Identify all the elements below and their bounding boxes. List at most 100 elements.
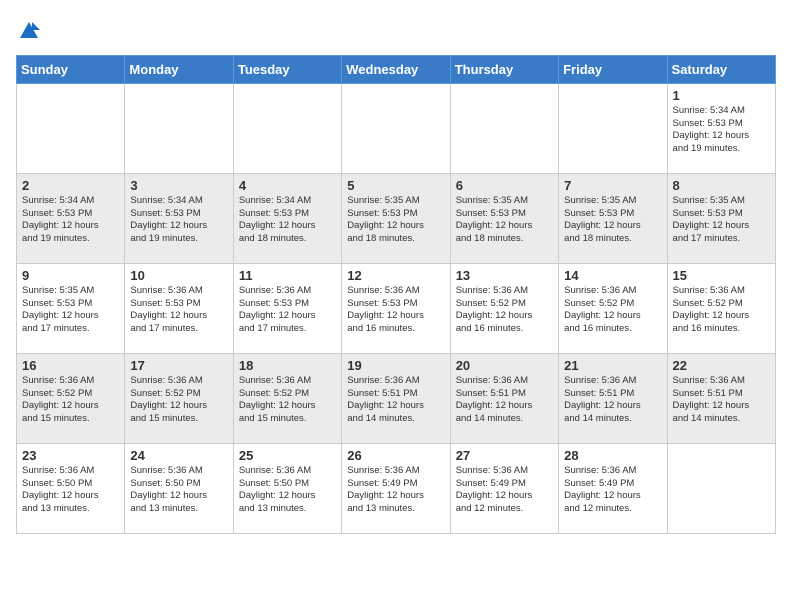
calendar-cell [559, 83, 667, 173]
day-number: 17 [130, 358, 227, 373]
day-number: 13 [456, 268, 553, 283]
day-info: Sunrise: 5:36 AM Sunset: 5:51 PM Dayligh… [456, 375, 553, 426]
day-number: 27 [456, 448, 553, 463]
calendar-cell: 4 Sunrise: 5:34 AM Sunset: 5:53 PM Daylig… [233, 173, 341, 263]
calendar-week-row: 2 Sunrise: 5:34 AM Sunset: 5:53 PM Daylig… [17, 173, 776, 263]
page-header [16, 16, 776, 47]
calendar-cell: 19 Sunrise: 5:36 AM Sunset: 5:51 PM Dayli… [342, 353, 450, 443]
calendar-cell: 20 Sunrise: 5:36 AM Sunset: 5:51 PM Dayli… [450, 353, 558, 443]
logo [16, 20, 40, 47]
calendar-cell: 16Sunrise: 5:36 AM Sunset: 5:52 PM Dayli… [17, 353, 125, 443]
calendar-cell [233, 83, 341, 173]
calendar-cell: 9 Sunrise: 5:35 AM Sunset: 5:53 PM Daylig… [17, 263, 125, 353]
day-info: Sunrise: 5:36 AM Sunset: 5:52 PM Dayligh… [22, 375, 119, 426]
weekday-header: Saturday [667, 55, 775, 83]
calendar-cell [17, 83, 125, 173]
day-info: Sunrise: 5:36 AM Sunset: 5:52 PM Dayligh… [456, 285, 553, 336]
day-number: 5 [347, 178, 444, 193]
calendar-week-row: 23 Sunrise: 5:36 AM Sunset: 5:50 PM Dayli… [17, 443, 776, 533]
day-number: 7 [564, 178, 661, 193]
day-number: 18 [239, 358, 336, 373]
weekday-header: Friday [559, 55, 667, 83]
day-number: 28 [564, 448, 661, 463]
calendar-cell: 26 Sunrise: 5:36 AM Sunset: 5:49 PM Dayli… [342, 443, 450, 533]
day-info: Sunrise: 5:36 AM Sunset: 5:52 PM Dayligh… [239, 375, 336, 426]
day-info: Sunrise: 5:35 AM Sunset: 5:53 PM Dayligh… [456, 195, 553, 246]
day-info: Sunrise: 5:34 AM Sunset: 5:53 PM Dayligh… [130, 195, 227, 246]
day-info: Sunrise: 5:36 AM Sunset: 5:52 PM Dayligh… [564, 285, 661, 336]
day-number: 6 [456, 178, 553, 193]
calendar-cell: 14 Sunrise: 5:36 AM Sunset: 5:52 PM Dayli… [559, 263, 667, 353]
day-info: Sunrise: 5:36 AM Sunset: 5:51 PM Dayligh… [673, 375, 770, 426]
day-number: 26 [347, 448, 444, 463]
day-number: 24 [130, 448, 227, 463]
calendar-cell: 2 Sunrise: 5:34 AM Sunset: 5:53 PM Daylig… [17, 173, 125, 263]
day-number: 15 [673, 268, 770, 283]
day-number: 10 [130, 268, 227, 283]
calendar-cell: 13 Sunrise: 5:36 AM Sunset: 5:52 PM Dayli… [450, 263, 558, 353]
calendar-cell [450, 83, 558, 173]
calendar-cell: 23 Sunrise: 5:36 AM Sunset: 5:50 PM Dayli… [17, 443, 125, 533]
day-info: Sunrise: 5:36 AM Sunset: 5:53 PM Dayligh… [130, 285, 227, 336]
day-number: 9 [22, 268, 119, 283]
calendar-header-row: SundayMondayTuesdayWednesdayThursdayFrid… [17, 55, 776, 83]
calendar-cell: 1 Sunrise: 5:34 AM Sunset: 5:53 PM Daylig… [667, 83, 775, 173]
day-number: 14 [564, 268, 661, 283]
weekday-header: Tuesday [233, 55, 341, 83]
day-number: 11 [239, 268, 336, 283]
day-number: 25 [239, 448, 336, 463]
calendar-week-row: 16Sunrise: 5:36 AM Sunset: 5:52 PM Dayli… [17, 353, 776, 443]
day-number: 2 [22, 178, 119, 193]
calendar-cell: 18 Sunrise: 5:36 AM Sunset: 5:52 PM Dayli… [233, 353, 341, 443]
calendar-cell: 7 Sunrise: 5:35 AM Sunset: 5:53 PM Daylig… [559, 173, 667, 263]
calendar-cell: 5 Sunrise: 5:35 AM Sunset: 5:53 PM Daylig… [342, 173, 450, 263]
day-number: 8 [673, 178, 770, 193]
calendar-cell: 12 Sunrise: 5:36 AM Sunset: 5:53 PM Dayli… [342, 263, 450, 353]
calendar-cell: 8 Sunrise: 5:35 AM Sunset: 5:53 PM Daylig… [667, 173, 775, 263]
day-info: Sunrise: 5:36 AM Sunset: 5:50 PM Dayligh… [22, 465, 119, 516]
day-info: Sunrise: 5:36 AM Sunset: 5:49 PM Dayligh… [456, 465, 553, 516]
day-number: 20 [456, 358, 553, 373]
weekday-header: Monday [125, 55, 233, 83]
day-info: Sunrise: 5:36 AM Sunset: 5:53 PM Dayligh… [347, 285, 444, 336]
calendar-table: SundayMondayTuesdayWednesdayThursdayFrid… [16, 55, 776, 534]
calendar-cell: 10 Sunrise: 5:36 AM Sunset: 5:53 PM Dayli… [125, 263, 233, 353]
calendar-cell [667, 443, 775, 533]
day-info: Sunrise: 5:35 AM Sunset: 5:53 PM Dayligh… [564, 195, 661, 246]
day-number: 1 [673, 88, 770, 103]
day-info: Sunrise: 5:36 AM Sunset: 5:53 PM Dayligh… [239, 285, 336, 336]
calendar-cell: 21 Sunrise: 5:36 AM Sunset: 5:51 PM Dayli… [559, 353, 667, 443]
day-info: Sunrise: 5:36 AM Sunset: 5:51 PM Dayligh… [347, 375, 444, 426]
day-info: Sunrise: 5:36 AM Sunset: 5:51 PM Dayligh… [564, 375, 661, 426]
day-number: 3 [130, 178, 227, 193]
day-info: Sunrise: 5:36 AM Sunset: 5:52 PM Dayligh… [130, 375, 227, 426]
day-number: 12 [347, 268, 444, 283]
weekday-header: Wednesday [342, 55, 450, 83]
day-info: Sunrise: 5:34 AM Sunset: 5:53 PM Dayligh… [239, 195, 336, 246]
day-info: Sunrise: 5:35 AM Sunset: 5:53 PM Dayligh… [673, 195, 770, 246]
calendar-cell: 17 Sunrise: 5:36 AM Sunset: 5:52 PM Dayli… [125, 353, 233, 443]
day-info: Sunrise: 5:34 AM Sunset: 5:53 PM Dayligh… [673, 105, 770, 156]
day-number: 4 [239, 178, 336, 193]
calendar-cell: 25 Sunrise: 5:36 AM Sunset: 5:50 PM Dayli… [233, 443, 341, 533]
calendar-cell: 11 Sunrise: 5:36 AM Sunset: 5:53 PM Dayli… [233, 263, 341, 353]
calendar-week-row: 1 Sunrise: 5:34 AM Sunset: 5:53 PM Daylig… [17, 83, 776, 173]
day-info: Sunrise: 5:35 AM Sunset: 5:53 PM Dayligh… [22, 285, 119, 336]
calendar-cell: 15 Sunrise: 5:36 AM Sunset: 5:52 PM Dayli… [667, 263, 775, 353]
calendar-cell: 27 Sunrise: 5:36 AM Sunset: 5:49 PM Dayli… [450, 443, 558, 533]
day-number: 22 [673, 358, 770, 373]
day-info: Sunrise: 5:36 AM Sunset: 5:50 PM Dayligh… [130, 465, 227, 516]
day-number: 23 [22, 448, 119, 463]
logo-icon [18, 20, 40, 42]
day-info: Sunrise: 5:36 AM Sunset: 5:52 PM Dayligh… [673, 285, 770, 336]
weekday-header: Thursday [450, 55, 558, 83]
day-info: Sunrise: 5:36 AM Sunset: 5:50 PM Dayligh… [239, 465, 336, 516]
day-info: Sunrise: 5:35 AM Sunset: 5:53 PM Dayligh… [347, 195, 444, 246]
day-number: 21 [564, 358, 661, 373]
calendar-cell: 24 Sunrise: 5:36 AM Sunset: 5:50 PM Dayli… [125, 443, 233, 533]
day-info: Sunrise: 5:36 AM Sunset: 5:49 PM Dayligh… [347, 465, 444, 516]
day-info: Sunrise: 5:34 AM Sunset: 5:53 PM Dayligh… [22, 195, 119, 246]
day-number: 19 [347, 358, 444, 373]
calendar-cell [125, 83, 233, 173]
calendar-cell: 22 Sunrise: 5:36 AM Sunset: 5:51 PM Dayli… [667, 353, 775, 443]
